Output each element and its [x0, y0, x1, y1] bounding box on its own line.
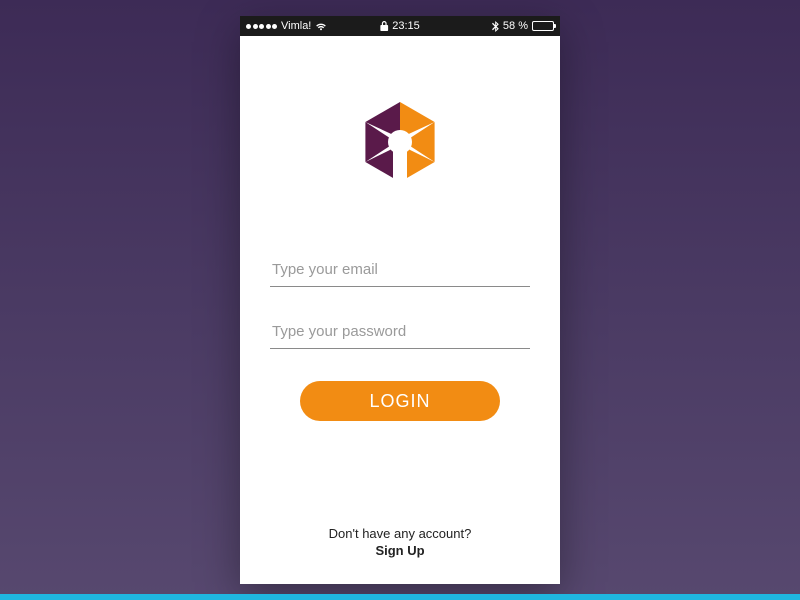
battery-percent-label: 58 %: [503, 20, 528, 32]
lock-icon: [380, 21, 388, 31]
email-input[interactable]: [270, 253, 530, 287]
status-center: 23:15: [380, 20, 420, 32]
wifi-icon: [315, 22, 327, 31]
clock-label: 23:15: [392, 20, 420, 32]
page-bottom-accent: [0, 594, 800, 600]
status-left: Vimla!: [246, 20, 327, 32]
battery-icon: [532, 21, 554, 31]
password-input[interactable]: [270, 315, 530, 349]
signal-dots-icon: [246, 24, 277, 29]
status-right: 58 %: [492, 20, 554, 32]
login-content: LOGIN Don't have any account? Sign Up: [240, 36, 560, 584]
signup-link[interactable]: Sign Up: [329, 543, 472, 558]
signup-footer: Don't have any account? Sign Up: [329, 526, 472, 584]
app-logo: [345, 94, 455, 195]
login-button[interactable]: LOGIN: [300, 381, 500, 421]
carrier-label: Vimla!: [281, 20, 311, 32]
phone-frame: Vimla! 23:15 58 %: [240, 16, 560, 584]
bluetooth-icon: [492, 21, 499, 32]
status-bar: Vimla! 23:15 58 %: [240, 16, 560, 36]
signup-prompt: Don't have any account?: [329, 526, 472, 541]
